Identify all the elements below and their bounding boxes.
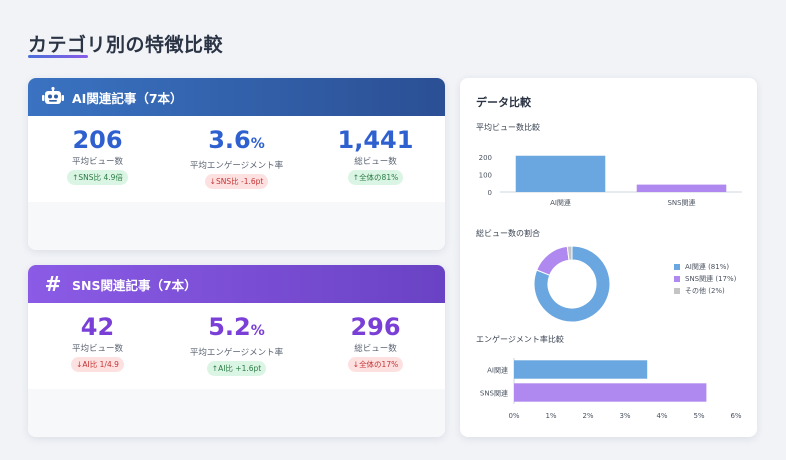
stat-label: 平均ビュー数	[71, 157, 123, 167]
legend-label: その他 (2%)	[685, 287, 725, 295]
stat-number: 5.2	[208, 313, 251, 341]
views-chart-title: 平均ビュー数比較	[476, 123, 540, 132]
donut-slice	[536, 245, 570, 276]
bar	[514, 360, 648, 379]
x-tick-label: 6%	[730, 412, 741, 420]
y-tick-label: 200	[479, 154, 492, 162]
y-tick-label: AI関連	[487, 366, 508, 375]
comparison-badge: ↓全体の17%	[347, 357, 404, 372]
sns-card-footer	[28, 389, 445, 437]
robot-icon	[42, 86, 64, 108]
legend-label: AI関連 (81%)	[685, 263, 730, 271]
badge-text: AI比 1/4.9	[82, 360, 119, 369]
x-tick-label: 3%	[619, 412, 630, 420]
x-tick-label: 5%	[693, 412, 704, 420]
hash-icon: #	[44, 272, 62, 296]
stat-item: 296 総ビュー数 ↓全体の17%	[306, 303, 445, 389]
stat-value: 3.6%	[208, 126, 265, 158]
stat-value: 296	[350, 313, 400, 341]
stat-label: 平均エンゲージメント率	[189, 161, 284, 171]
badge-text: 全体の81%	[359, 173, 399, 182]
stat-value: 5.2%	[208, 313, 265, 345]
stat-number: 296	[350, 313, 401, 341]
data-comparison-card: データ比較 平均ビュー数比較 0 100 200 AI関連 SNS関連 総ビュー数の割合…	[460, 78, 757, 437]
badge-text: SNS比 -1.6pt	[215, 177, 264, 186]
stat-item: 5.2% 平均エンゲージメント率 ↑AI比 +1.6pt	[167, 303, 306, 389]
y-tick-label: 100	[479, 171, 492, 179]
share-chart-title: 総ビュー数の割合	[476, 229, 540, 238]
x-tick-label: 0%	[508, 412, 519, 420]
stat-item: 42 平均ビュー数 ↓AI比 1/4.9	[28, 303, 167, 389]
legend-item: AI関連 (81%)	[674, 261, 736, 273]
ai-card-footer	[28, 202, 445, 250]
legend-item: その他 (2%)	[674, 285, 736, 297]
bar	[514, 383, 707, 402]
x-tick-label: 1%	[545, 412, 556, 420]
sns-card-title: SNS関連記事（7本）	[72, 277, 197, 293]
x-tick-label: 4%	[656, 412, 667, 420]
stat-number: 3.6	[208, 126, 251, 154]
engagement-bar-chart: AI関連 SNS関連 0% 1% 2% 3% 4% 5% 6%	[480, 358, 742, 420]
stat-value: 206	[72, 126, 122, 154]
avg-views-bar-chart: 0 100 200 AI関連 SNS関連	[479, 154, 742, 207]
ai-card-header: AI関連記事（7本）	[28, 78, 445, 116]
y-tick-label: SNS関連	[480, 389, 508, 398]
stat-number: 206	[72, 126, 123, 154]
bar	[636, 184, 727, 192]
stat-item: 206 平均ビュー数 ↑SNS比 4.9倍	[28, 116, 167, 202]
title-underline	[28, 55, 88, 58]
stat-label: 平均ビュー数	[71, 344, 123, 354]
stat-value: 1,441	[338, 126, 414, 154]
sns-card-header: # SNS関連記事（7本）	[28, 265, 445, 303]
stat-item: 3.6% 平均エンゲージメント率 ↓SNS比 -1.6pt	[167, 116, 306, 202]
legend-swatch	[674, 276, 680, 282]
engagement-chart-title: エンゲージメント率比較	[476, 335, 564, 344]
stat-number: 1,441	[337, 126, 414, 154]
stat-number: 42	[80, 313, 115, 341]
comparison-badge: ↑AI比 +1.6pt	[206, 361, 267, 376]
stat-label: 総ビュー数	[354, 344, 397, 354]
bar	[515, 155, 606, 192]
x-tick-label: SNS関連	[667, 198, 695, 207]
stat-label: 平均エンゲージメント率	[189, 348, 284, 358]
sns-articles-card: # SNS関連記事（7本） 42 平均ビュー数 ↓AI比 1/4.9 5.2% 平均エン…	[28, 265, 445, 437]
share-legend: AI関連 (81%) SNS関連 (17%) その他 (2%)	[674, 261, 736, 297]
x-tick-label: AI関連	[550, 198, 571, 207]
comparison-badge: ↓AI比 1/4.9	[71, 357, 124, 372]
stat-label: 総ビュー数	[354, 157, 397, 167]
comparison-badge: ↑全体の81%	[347, 170, 404, 185]
badge-text: SNS比 4.9倍	[78, 173, 123, 182]
ai-stats-row: 206 平均ビュー数 ↑SNS比 4.9倍 3.6% 平均エンゲージメント率 ↓SNS比 …	[28, 116, 445, 202]
stat-unit: %	[250, 136, 265, 152]
page-title: カテゴリ別の特徴比較	[28, 34, 224, 56]
badge-text: 全体の17%	[359, 360, 399, 369]
stat-unit: %	[250, 323, 265, 339]
legend-label: SNS関連 (17%)	[685, 275, 737, 283]
badge-text: AI比 +1.6pt	[218, 364, 262, 373]
data-panel-title: データ比較	[476, 96, 531, 109]
total-views-donut-chart	[533, 245, 611, 323]
y-tick-label: 0	[488, 189, 492, 197]
ai-articles-card: AI関連記事（7本） 206 平均ビュー数 ↑SNS比 4.9倍 3.6% 平均エンゲー…	[28, 78, 445, 250]
comparison-badge: ↑SNS比 4.9倍	[67, 170, 128, 185]
legend-item: SNS関連 (17%)	[674, 273, 736, 285]
stat-item: 1,441 総ビュー数 ↑全体の81%	[306, 116, 445, 202]
x-tick-label: 2%	[582, 412, 593, 420]
legend-swatch	[674, 288, 680, 294]
stat-value: 42	[81, 313, 114, 341]
legend-swatch	[674, 264, 680, 270]
sns-stats-row: 42 平均ビュー数 ↓AI比 1/4.9 5.2% 平均エンゲージメント率 ↑AI比 +1…	[28, 303, 445, 389]
ai-card-title: AI関連記事（7本）	[72, 90, 183, 106]
comparison-badge: ↓SNS比 -1.6pt	[204, 174, 269, 189]
